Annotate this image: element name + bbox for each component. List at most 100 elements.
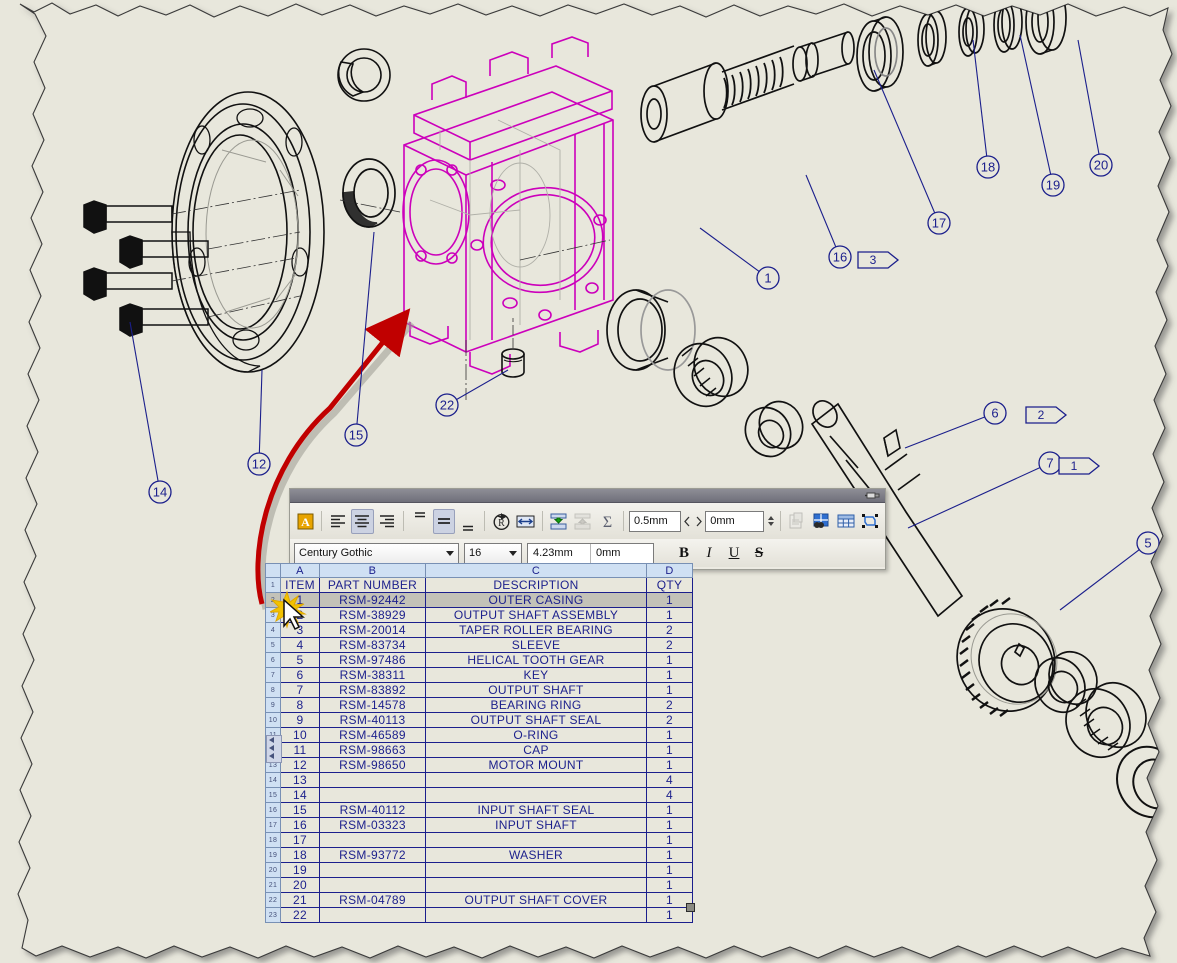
cell-qty[interactable]: 1 [646, 652, 693, 668]
table-row[interactable]: 9 8 RSM-14578 BEARING RING 2 [265, 697, 693, 713]
table-row[interactable]: 8 7 RSM-83892 OUTPUT SHAFT 1 [265, 682, 693, 698]
table-link-button[interactable] [810, 509, 832, 534]
cell-item[interactable]: 9 [280, 712, 320, 728]
char-spacing-field[interactable]: 0mm [591, 543, 653, 563]
cell-qty[interactable]: 4 [646, 787, 693, 803]
cell-part-number[interactable] [319, 877, 426, 893]
row-header[interactable]: 10 [265, 712, 281, 728]
bom-column-header[interactable]: PART NUMBER [319, 577, 426, 593]
revision-flag-2[interactable] [1025, 406, 1068, 424]
caret-up-icon[interactable] [767, 516, 774, 520]
column-header-B[interactable]: B [319, 563, 426, 578]
cell-description[interactable]: KEY [425, 667, 647, 683]
align-bottom-button[interactable] [457, 508, 479, 535]
table-row[interactable]: 17 16 RSM-03323 INPUT SHAFT 1 [265, 817, 693, 833]
table-row[interactable]: 10 9 RSM-40113 OUTPUT SHAFT SEAL 2 [265, 712, 693, 728]
table-row[interactable]: 32RSM-38929OUTPUT SHAFT ASSEMBLY1 [265, 607, 693, 623]
row-header[interactable]: 9 [265, 697, 281, 713]
caret-down-icon[interactable] [767, 522, 774, 526]
table-row[interactable]: 15 14 4 [265, 787, 693, 803]
border-thickness-field[interactable]: 0.5mm [629, 510, 682, 532]
cell-item[interactable]: 8 [280, 697, 320, 713]
cell-description[interactable] [425, 832, 647, 848]
cell-description[interactable] [425, 907, 647, 923]
font-size-select[interactable]: 16 [464, 542, 522, 564]
row-header[interactable]: 20 [265, 862, 281, 878]
table-row[interactable]: 1110RSM-46589O-RING1 [265, 727, 693, 743]
cell-description[interactable]: TAPER ROLLER BEARING [425, 622, 647, 638]
row-header[interactable]: 14 [265, 772, 281, 788]
cell-part-number[interactable]: RSM-04789 [319, 892, 426, 908]
cell-item[interactable]: 15 [280, 802, 320, 818]
cell-part-number[interactable]: RSM-92442 [319, 592, 426, 608]
cell-item[interactable]: 16 [280, 817, 320, 833]
char-height-field[interactable]: 4.23mm [528, 543, 591, 563]
cell-part-number[interactable]: RSM-97486 [319, 652, 426, 668]
cell-description[interactable]: CAP [425, 742, 647, 758]
table-row[interactable]: 22 21 RSM-04789 OUTPUT SHAFT COVER 1 [265, 892, 693, 908]
cell-part-number[interactable]: RSM-38929 [319, 607, 426, 623]
autofit-width-button[interactable] [514, 509, 536, 534]
cell-qty[interactable]: 1 [646, 592, 693, 608]
cell-qty[interactable]: 1 [646, 847, 693, 863]
bom-column-header[interactable]: DESCRIPTION [425, 577, 647, 593]
cell-qty[interactable]: 1 [646, 607, 693, 623]
font-family-select[interactable]: Century Gothic [294, 542, 459, 564]
cell-padding-stepper[interactable] [766, 512, 775, 531]
table-row[interactable]: 7 6 RSM-38311 KEY 1 [265, 667, 693, 683]
toolbar-row-alignment[interactable]: A R Σ 0.5mm 0mm [290, 503, 885, 539]
bom-table[interactable]: ABCD1ITEMPART NUMBERDESCRIPTIONQTY21RSM-… [265, 563, 693, 923]
cell-item[interactable]: 11 [280, 742, 320, 758]
align-right-button[interactable] [376, 509, 398, 534]
table-row[interactable]: 16 15 RSM-40112 INPUT SHAFT SEAL 1 [265, 802, 693, 818]
row-header[interactable]: 17 [265, 817, 281, 833]
align-middle-button[interactable] [432, 508, 456, 534]
cell-description[interactable]: OUTPUT SHAFT [425, 682, 647, 698]
rotate-text-button[interactable]: R [490, 509, 512, 534]
cell-description[interactable]: INPUT SHAFT SEAL [425, 802, 647, 818]
cell-part-number[interactable]: RSM-20014 [319, 622, 426, 638]
cell-description[interactable]: HELICAL TOOTH GEAR [425, 652, 647, 668]
cell-description[interactable] [425, 772, 647, 788]
row-header[interactable]: 16 [265, 802, 281, 818]
table-row[interactable]: 23 22 1 [265, 907, 693, 923]
column-header-corner[interactable] [265, 563, 281, 578]
cell-part-number[interactable]: RSM-98663 [319, 742, 426, 758]
revision-flag-1[interactable] [1058, 457, 1101, 475]
table-row[interactable]: 6 5 RSM-97486 HELICAL TOOTH GEAR 1 [265, 652, 693, 668]
row-header[interactable]: 23 [265, 907, 281, 923]
cell-part-number[interactable] [319, 907, 426, 923]
cell-item[interactable]: 22 [280, 907, 320, 923]
strikethrough-button[interactable]: S [749, 545, 769, 562]
column-header-D[interactable]: D [646, 563, 693, 578]
cell-description[interactable]: OUTPUT SHAFT ASSEMBLY [425, 607, 647, 623]
sum-button[interactable]: Σ [596, 509, 618, 534]
cell-description[interactable]: OUTPUT SHAFT COVER [425, 892, 647, 908]
cell-item[interactable]: 12 [280, 757, 320, 773]
row-header[interactable]: 5 [265, 637, 281, 653]
cell-qty[interactable]: 4 [646, 772, 693, 788]
row-header[interactable]: 7 [265, 667, 281, 683]
revision-flag-3[interactable] [857, 251, 900, 269]
chevron-left-icon[interactable] [683, 516, 692, 527]
pushpin-icon[interactable] [865, 491, 881, 500]
cell-part-number[interactable]: RSM-38311 [319, 667, 426, 683]
cell-description[interactable] [425, 787, 647, 803]
cell-part-number[interactable]: RSM-93772 [319, 847, 426, 863]
align-center-button[interactable] [351, 508, 374, 534]
cell-qty[interactable]: 1 [646, 832, 693, 848]
bom-column-header[interactable]: QTY [646, 577, 693, 593]
cell-description[interactable]: OUTPUT SHAFT SEAL [425, 712, 647, 728]
cell-part-number[interactable]: RSM-40112 [319, 802, 426, 818]
row-header[interactable]: 18 [265, 832, 281, 848]
align-left-button[interactable] [327, 509, 349, 534]
bold-button[interactable]: B [674, 545, 694, 562]
row-header[interactable]: 22 [265, 892, 281, 908]
chevron-down-icon[interactable] [509, 550, 517, 556]
cell-qty[interactable]: 1 [646, 877, 693, 893]
cell-item[interactable]: 10 [280, 727, 320, 743]
cell-qty[interactable]: 2 [646, 697, 693, 713]
column-header-C[interactable]: C [425, 563, 647, 578]
font-color-button[interactable]: A [294, 509, 316, 534]
cell-part-number[interactable] [319, 832, 426, 848]
